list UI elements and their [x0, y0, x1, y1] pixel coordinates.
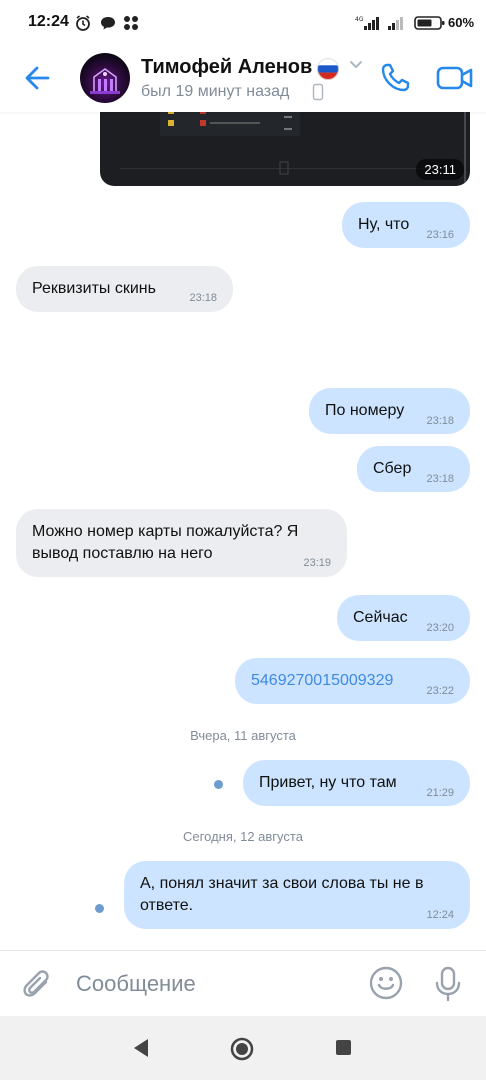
mobile-phone-icon [312, 83, 324, 101]
chat-bubble-icon [101, 17, 115, 30]
message-bubble-outgoing[interactable]: А, понял значит за свои слова ты не в от… [124, 861, 470, 929]
microphone-icon[interactable] [432, 965, 464, 1003]
unread-indicator [214, 780, 223, 789]
message-text: А, понял значит за свои слова ты не в от… [140, 875, 424, 914]
alarm-icon [76, 15, 90, 31]
message-text: Ну, что [358, 216, 410, 233]
message-bubble-outgoing[interactable]: Сейчас 23:20 [337, 595, 470, 641]
date-separator: Вчера, 11 августа [190, 728, 296, 743]
message-text: Можно номер карты пожалуйста? Я вывод по… [32, 523, 299, 562]
battery-percent: 60% [448, 15, 475, 30]
message-text: Сейчас [353, 609, 408, 626]
app-dots-icon [124, 16, 138, 30]
date-separator: Сегодня, 12 августа [183, 829, 303, 844]
status-time: 12:24 [28, 13, 69, 30]
message-time: 23:16 [426, 229, 454, 241]
system-navigation-bar [0, 1016, 486, 1080]
message-bubble-incoming[interactable]: Можно номер карты пожалуйста? Я вывод по… [16, 509, 347, 577]
phone-call-icon[interactable] [377, 60, 413, 96]
nav-back-icon[interactable] [130, 1036, 152, 1060]
chat-header: Тимофей Аленов был 19 минут назад [0, 46, 486, 112]
nav-recents-icon[interactable] [334, 1036, 354, 1060]
message-bubble-outgoing[interactable]: Сбер 23:18 [357, 446, 470, 492]
last-seen-status: был 19 минут назад [141, 83, 290, 100]
message-text: Сбер [373, 460, 412, 477]
message-bubble-outgoing[interactable]: По номеру 23:18 [309, 388, 470, 434]
card-number-link[interactable]: 5469270015009329 [251, 670, 393, 692]
message-bubble-outgoing[interactable]: Ну, что 23:16 [342, 202, 470, 248]
svg-text:4G: 4G [355, 16, 364, 23]
message-composer [0, 950, 486, 1017]
message-time: 23:22 [426, 685, 454, 697]
message-time: 23:18 [426, 473, 454, 485]
contact-name[interactable]: Тимофей Аленов [141, 56, 312, 79]
message-bubble-outgoing[interactable]: Привет, ну что там 21:29 [243, 760, 470, 806]
signal-icon [388, 17, 403, 30]
paperclip-icon[interactable] [20, 965, 56, 1003]
message-time: 21:29 [426, 787, 454, 799]
chevron-down-icon[interactable] [348, 59, 364, 71]
avatar[interactable] [80, 53, 130, 103]
message-text: По номеру [325, 402, 405, 419]
message-time: 23:19 [303, 557, 331, 569]
message-time: 23:18 [426, 415, 454, 427]
message-bubble-outgoing[interactable]: 5469270015009329 23:22 [235, 658, 470, 704]
message-time: 23:18 [189, 292, 217, 304]
message-text: Реквизиты скинь [32, 280, 156, 297]
status-bar: 12:24 4G 60% [0, 0, 486, 46]
battery-icon [414, 16, 445, 30]
avatar-building-image [90, 68, 120, 94]
nav-home-icon[interactable] [229, 1036, 255, 1062]
back-arrow-icon[interactable] [20, 60, 56, 96]
message-bubble-incoming[interactable]: Реквизиты скинь 23:18 [16, 266, 233, 312]
message-text: Привет, ну что там [259, 774, 397, 791]
signal-4g-icon: 4G [355, 16, 379, 30]
emoji-smile-icon[interactable] [368, 965, 404, 1001]
video-call-icon[interactable] [435, 60, 475, 96]
message-time: 23:20 [426, 622, 454, 634]
russia-flag-icon [317, 58, 339, 80]
message-time: 12:24 [426, 909, 454, 921]
media-timestamp: 23:11 [416, 159, 464, 180]
message-input[interactable] [76, 969, 346, 999]
unread-indicator [95, 904, 104, 913]
